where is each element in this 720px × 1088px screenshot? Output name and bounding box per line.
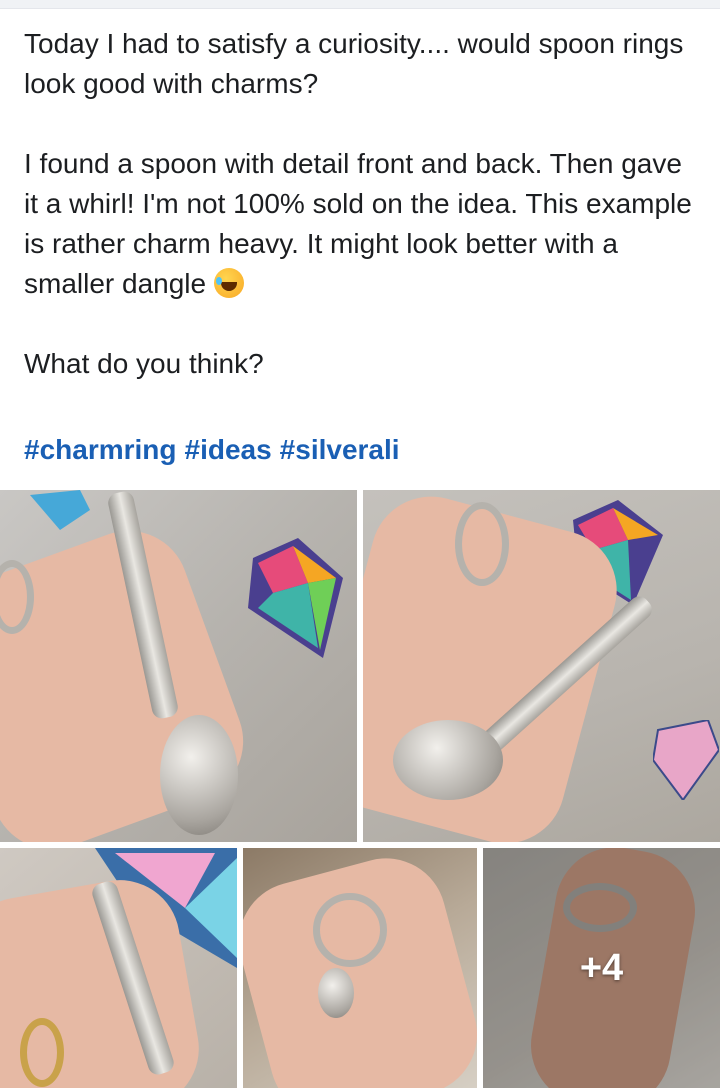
post-top-divider: [0, 0, 720, 9]
hashtag-silverali[interactable]: #silverali: [280, 434, 400, 465]
diamond-sticker-icon: [30, 490, 90, 530]
post-photo-2[interactable]: [363, 490, 720, 842]
spoon-bowl-shape: [160, 715, 238, 835]
diamond-sticker-icon: [653, 720, 719, 800]
ring-shape: [313, 893, 387, 967]
post-photo-1[interactable]: [0, 490, 357, 842]
ring-shape: [20, 1018, 64, 1087]
post-photo-5[interactable]: +4: [483, 848, 720, 1088]
post-photo-3[interactable]: [0, 848, 237, 1088]
ring-shape: [455, 502, 509, 586]
hashtag-charmring[interactable]: #charmring: [24, 434, 177, 465]
diamond-sticker-icon: [248, 538, 343, 658]
more-photos-overlay[interactable]: +4: [483, 848, 720, 1088]
spoon-bowl-shape: [393, 720, 503, 800]
hashtag-list: #charmring #ideas #silverali: [24, 430, 408, 470]
charm-shape: [318, 968, 354, 1018]
post-body: Today I had to satisfy a curiosity.... w…: [24, 24, 700, 384]
post-paragraph-3: What do you think?: [24, 348, 264, 379]
post-paragraph-2-text: I found a spoon with detail front and ba…: [24, 148, 692, 299]
post-paragraph-2: I found a spoon with detail front and ba…: [24, 144, 700, 304]
post-paragraph-1: Today I had to satisfy a curiosity.... w…: [24, 28, 684, 99]
hand-shape: [243, 848, 477, 1088]
laughing-emoji-icon: [213, 268, 244, 298]
hashtag-ideas[interactable]: #ideas: [185, 434, 272, 465]
post-photo-4[interactable]: [243, 848, 477, 1088]
more-photos-count: +4: [579, 946, 624, 989]
